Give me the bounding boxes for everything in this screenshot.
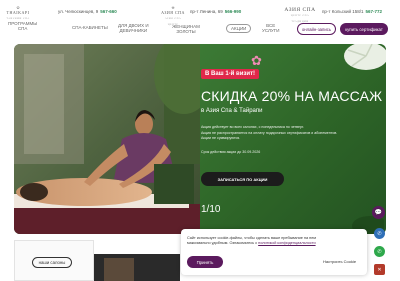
left-phone[interactable]: 567-660 <box>100 9 117 14</box>
monstera-leaf-icon <box>332 44 386 76</box>
frangipani-flower-icon: ✿ <box>251 53 262 68</box>
nav-item-spa-cabinets[interactable]: СПА-КАБИНЕТЫ <box>72 25 108 30</box>
accept-cookie-button[interactable]: Принять <box>187 256 223 268</box>
thaikapi-logo[interactable]: ✿ THAIKAPI ТАЙСКИЙ СПА <box>6 5 30 20</box>
first-visit-badge: В Ваш 1-й визит! <box>201 69 260 79</box>
asia-spa-logo-center[interactable]: ❀ АЗИЯ СПА АЗИЯ СПА ЦЕНТР <box>160 5 186 26</box>
chat-button[interactable]: 💬 <box>372 206 385 219</box>
center-address: пр-т Ленина, 69 <box>190 9 223 14</box>
massage-illustration <box>14 44 204 234</box>
asia-spa-logo-right[interactable]: АЗИЯ СПА ЦЕНТР СПА ТРАДИЦИЙ <box>282 5 318 23</box>
whatsapp-button[interactable]: ✆ <box>374 246 385 257</box>
promo-subtitle: в Азия Спа & Тайрапи <box>201 108 263 114</box>
salons-card: наши салоны <box>14 240 94 281</box>
book-promo-button[interactable]: записаться по акции <box>201 172 284 186</box>
chat-icon: 💬 <box>374 210 383 216</box>
cookie-settings-link[interactable]: Настроить Cookie <box>323 259 356 264</box>
online-booking-button[interactable]: онлайн-запись <box>297 23 336 35</box>
salon-photo-interior <box>104 258 134 281</box>
massage-photo <box>14 44 204 234</box>
privacy-policy-link[interactable]: политикой конфиденциальности <box>258 241 315 245</box>
whatsapp-icon: ✆ <box>377 248 382 255</box>
nav-item-promotions[interactable]: АКЦИИ <box>226 24 252 33</box>
buy-certificate-button[interactable]: купить сертификат <box>340 23 388 35</box>
right-contact: пр-т Кольский 158/1 567-772 <box>322 9 382 14</box>
right-phone[interactable]: 567-772 <box>366 9 383 14</box>
center-phone[interactable]: 566-990 <box>225 9 242 14</box>
right-address: пр-т Кольский 158/1 <box>322 9 364 14</box>
promo-hero-slider: ✿ В Ваш 1-й визит! СКИДКА 20% НА МАССАЖ … <box>14 44 386 234</box>
nav-item-for-two[interactable]: ДЛЯ ДВОИХ И ДЕВИЧНИКИ <box>118 23 149 33</box>
phone-call-button[interactable]: ✆ <box>374 228 385 239</box>
promo-conditions: Акция действует во всех салонах, с понед… <box>201 125 361 142</box>
center-contact: пр-т Ленина, 69 566-990 <box>190 9 241 14</box>
slide-counter: 1/10 <box>201 204 221 215</box>
left-address: ул. Челюскинцев, 9 <box>58 9 99 14</box>
site-header: ✿ THAIKAPI ТАЙСКИЙ СПА ул. Челюскинцев, … <box>0 0 400 40</box>
nav-item-all-services[interactable]: ВСЕ УСЛУГИ <box>262 23 279 33</box>
phone-icon: ✆ <box>377 230 382 237</box>
our-salons-button[interactable]: наши салоны <box>32 257 72 268</box>
promo-title: СКИДКА 20% НА МАССАЖ <box>201 88 383 104</box>
nav-item-women[interactable]: ЖЕНЩИНАМ ЗОЛОТЫ <box>162 24 210 34</box>
salon-photo <box>94 254 180 281</box>
cookie-banner: Сайт использует cookie-файлы, чтобы сдел… <box>181 229 367 275</box>
close-widget-button[interactable]: ✕ <box>374 264 385 275</box>
nav-item-spa-programs[interactable]: ПРОГРАММЫ СПА <box>8 21 37 31</box>
cookie-text: Сайт использует cookie-файлы, чтобы сдел… <box>187 236 316 245</box>
condition-line: Акции не суммируются. <box>201 136 241 140</box>
promo-valid-until: Срок действия акции до 30.09.2026 <box>201 150 261 154</box>
close-icon: ✕ <box>377 266 382 273</box>
left-contact: ул. Челюскинцев, 9 567-660 <box>58 9 117 14</box>
